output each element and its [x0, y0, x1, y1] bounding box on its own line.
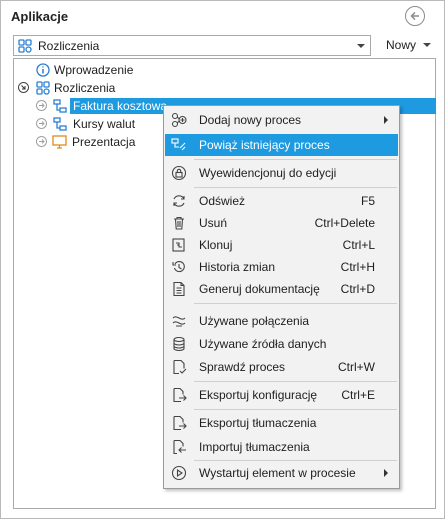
tree-item-rozliczenia[interactable]: Rozliczenia	[18, 80, 158, 96]
menu-item-label: Sprawdź proces	[199, 360, 286, 374]
menu-item-label: Usuń	[199, 216, 228, 230]
menu-item-label: Generuj dokumentację	[199, 282, 320, 296]
menu-separator	[194, 381, 397, 382]
menu-item-label: Historia zmian	[199, 260, 276, 274]
tree-item-label: Kursy walut	[73, 117, 136, 131]
menu-item-label: Dodaj nowy proces	[199, 113, 302, 127]
menu-item-shortcut: Ctrl+D	[340, 282, 375, 296]
menu-item-used-data-sources[interactable]: Używane źródła danych	[165, 333, 398, 355]
link-process-icon	[171, 138, 186, 151]
process-icon	[53, 117, 67, 131]
export-icon	[173, 387, 187, 403]
presentation-icon	[52, 135, 67, 149]
applications-panel: Aplikacje Rozliczenia Nowy Wprowadzenie	[0, 0, 445, 519]
menu-item-label: Powiąż istniejący proces	[199, 138, 330, 152]
app-group-icon	[18, 39, 32, 53]
connections-icon	[172, 316, 186, 327]
menu-item-label: Wyewidencjonuj do edycji	[199, 166, 337, 180]
menu-item-check-process[interactable]: Sprawdź proces Ctrl+W	[165, 356, 398, 378]
app-group-icon	[36, 81, 50, 95]
check-process-icon	[173, 359, 187, 375]
menu-item-export-config[interactable]: Eksportuj konfigurację Ctrl+E	[165, 384, 398, 406]
expand-toggle-icon[interactable]	[36, 136, 47, 147]
menu-item-import-translations[interactable]: Importuj tłumaczenia	[165, 436, 398, 458]
menu-item-shortcut: Ctrl+H	[340, 260, 375, 274]
menu-item-shortcut: Ctrl+L	[342, 238, 375, 252]
export-icon	[173, 415, 187, 431]
menu-item-shortcut: Ctrl+E	[341, 388, 375, 402]
database-icon	[173, 336, 185, 352]
add-process-icon	[171, 112, 187, 128]
tree-item-kursy-walut[interactable]: Kursy walut	[36, 116, 166, 132]
menu-item-start-element[interactable]: Wystartuj element w procesie	[165, 462, 398, 484]
menu-item-label: Używane źródła danych	[199, 337, 327, 351]
import-icon	[173, 439, 186, 455]
tree-item-label: Rozliczenia	[54, 81, 116, 95]
back-button[interactable]	[405, 6, 425, 26]
chevron-down-icon	[357, 44, 365, 48]
lock-icon	[171, 165, 187, 181]
expand-toggle-icon[interactable]	[36, 118, 47, 129]
clone-icon	[172, 238, 185, 252]
menu-item-clone[interactable]: Klonuj Ctrl+L	[165, 234, 398, 256]
menu-item-shortcut: Ctrl+Delete	[314, 216, 375, 230]
panel-title: Aplikacje	[11, 9, 69, 24]
menu-item-delete[interactable]: Usuń Ctrl+Delete	[165, 212, 398, 234]
tree-item-wprowadzenie[interactable]: Wprowadzenie	[36, 62, 156, 78]
arrow-left-icon	[410, 11, 419, 21]
menu-item-refresh[interactable]: Odśwież F5	[165, 190, 398, 212]
chevron-down-icon	[423, 43, 431, 47]
application-select-value: Rozliczenia	[38, 39, 100, 53]
menu-item-generate-docs[interactable]: Generuj dokumentację Ctrl+D	[165, 278, 398, 300]
menu-item-label: Używane połączenia	[199, 314, 310, 328]
tree-item-label: Wprowadzenie	[54, 63, 134, 77]
application-select[interactable]: Rozliczenia	[13, 35, 371, 56]
history-icon	[172, 261, 185, 273]
play-icon	[171, 465, 187, 481]
new-button-label: Nowy	[386, 38, 417, 52]
collapse-toggle-icon[interactable]	[18, 82, 29, 93]
menu-item-label: Wystartuj element w procesie	[199, 466, 356, 480]
menu-item-history[interactable]: Historia zmian Ctrl+H	[165, 256, 398, 278]
info-icon	[36, 63, 50, 77]
menu-item-label: Importuj tłumaczenia	[199, 440, 310, 454]
menu-item-shortcut: F5	[360, 194, 375, 208]
expand-toggle-icon[interactable]	[36, 100, 47, 111]
context-menu: Dodaj nowy proces Powiąż istniejący proc…	[163, 105, 400, 489]
menu-item-label: Klonuj	[199, 238, 233, 252]
menu-separator	[194, 187, 397, 188]
trash-icon	[174, 216, 184, 230]
menu-item-checkout[interactable]: Wyewidencjonuj do edycji	[165, 162, 398, 184]
submenu-arrow-icon	[384, 116, 388, 124]
menu-item-export-translations[interactable]: Eksportuj tłumaczenia	[165, 412, 398, 434]
tree-item-label: Prezentacja	[72, 135, 136, 149]
menu-separator	[194, 303, 397, 304]
process-icon	[53, 99, 67, 113]
menu-item-link-existing-process[interactable]: Powiąż istniejący proces	[165, 134, 398, 156]
menu-separator	[194, 460, 397, 461]
menu-item-add-new-process[interactable]: Dodaj nowy proces	[165, 109, 398, 131]
document-icon	[173, 281, 185, 297]
menu-separator	[194, 159, 397, 160]
menu-item-label: Eksportuj konfigurację	[199, 388, 318, 402]
menu-item-used-connections[interactable]: Używane połączenia	[165, 310, 398, 332]
menu-item-label: Eksportuj tłumaczenia	[199, 416, 317, 430]
menu-item-label: Odśwież	[199, 194, 246, 208]
refresh-icon	[173, 195, 185, 207]
menu-separator	[194, 409, 397, 410]
new-dropdown-button[interactable]: Nowy	[377, 35, 437, 56]
menu-item-shortcut: Ctrl+W	[338, 360, 375, 374]
submenu-arrow-icon	[384, 469, 388, 477]
tree-item-prezentacja[interactable]: Prezentacja	[36, 134, 166, 150]
